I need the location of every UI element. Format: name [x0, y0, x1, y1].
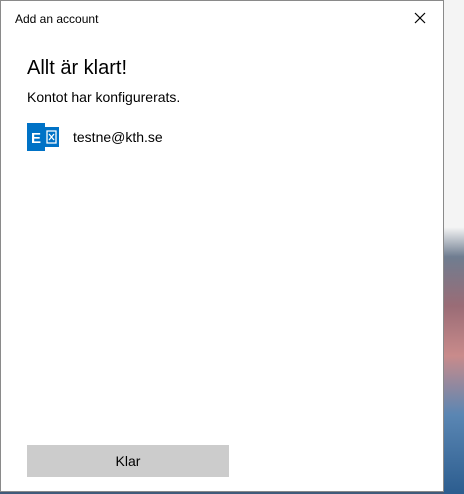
account-email: testne@kth.se [73, 129, 163, 145]
status-text: Kontot har konfigurerats. [27, 89, 181, 105]
close-icon [414, 12, 426, 24]
add-account-dialog: Add an account Allt är klart! Kontot har… [0, 0, 444, 492]
desktop-background [444, 0, 464, 494]
svg-text:E: E [31, 130, 41, 147]
page-heading: Allt är klart! [27, 57, 128, 79]
done-button[interactable]: Klar [27, 445, 229, 477]
close-button[interactable] [397, 1, 443, 35]
exchange-icon: E [27, 123, 59, 151]
window-title: Add an account [15, 12, 99, 26]
title-bar: Add an account [1, 1, 443, 35]
account-item: E testne@kth.se [27, 123, 163, 151]
